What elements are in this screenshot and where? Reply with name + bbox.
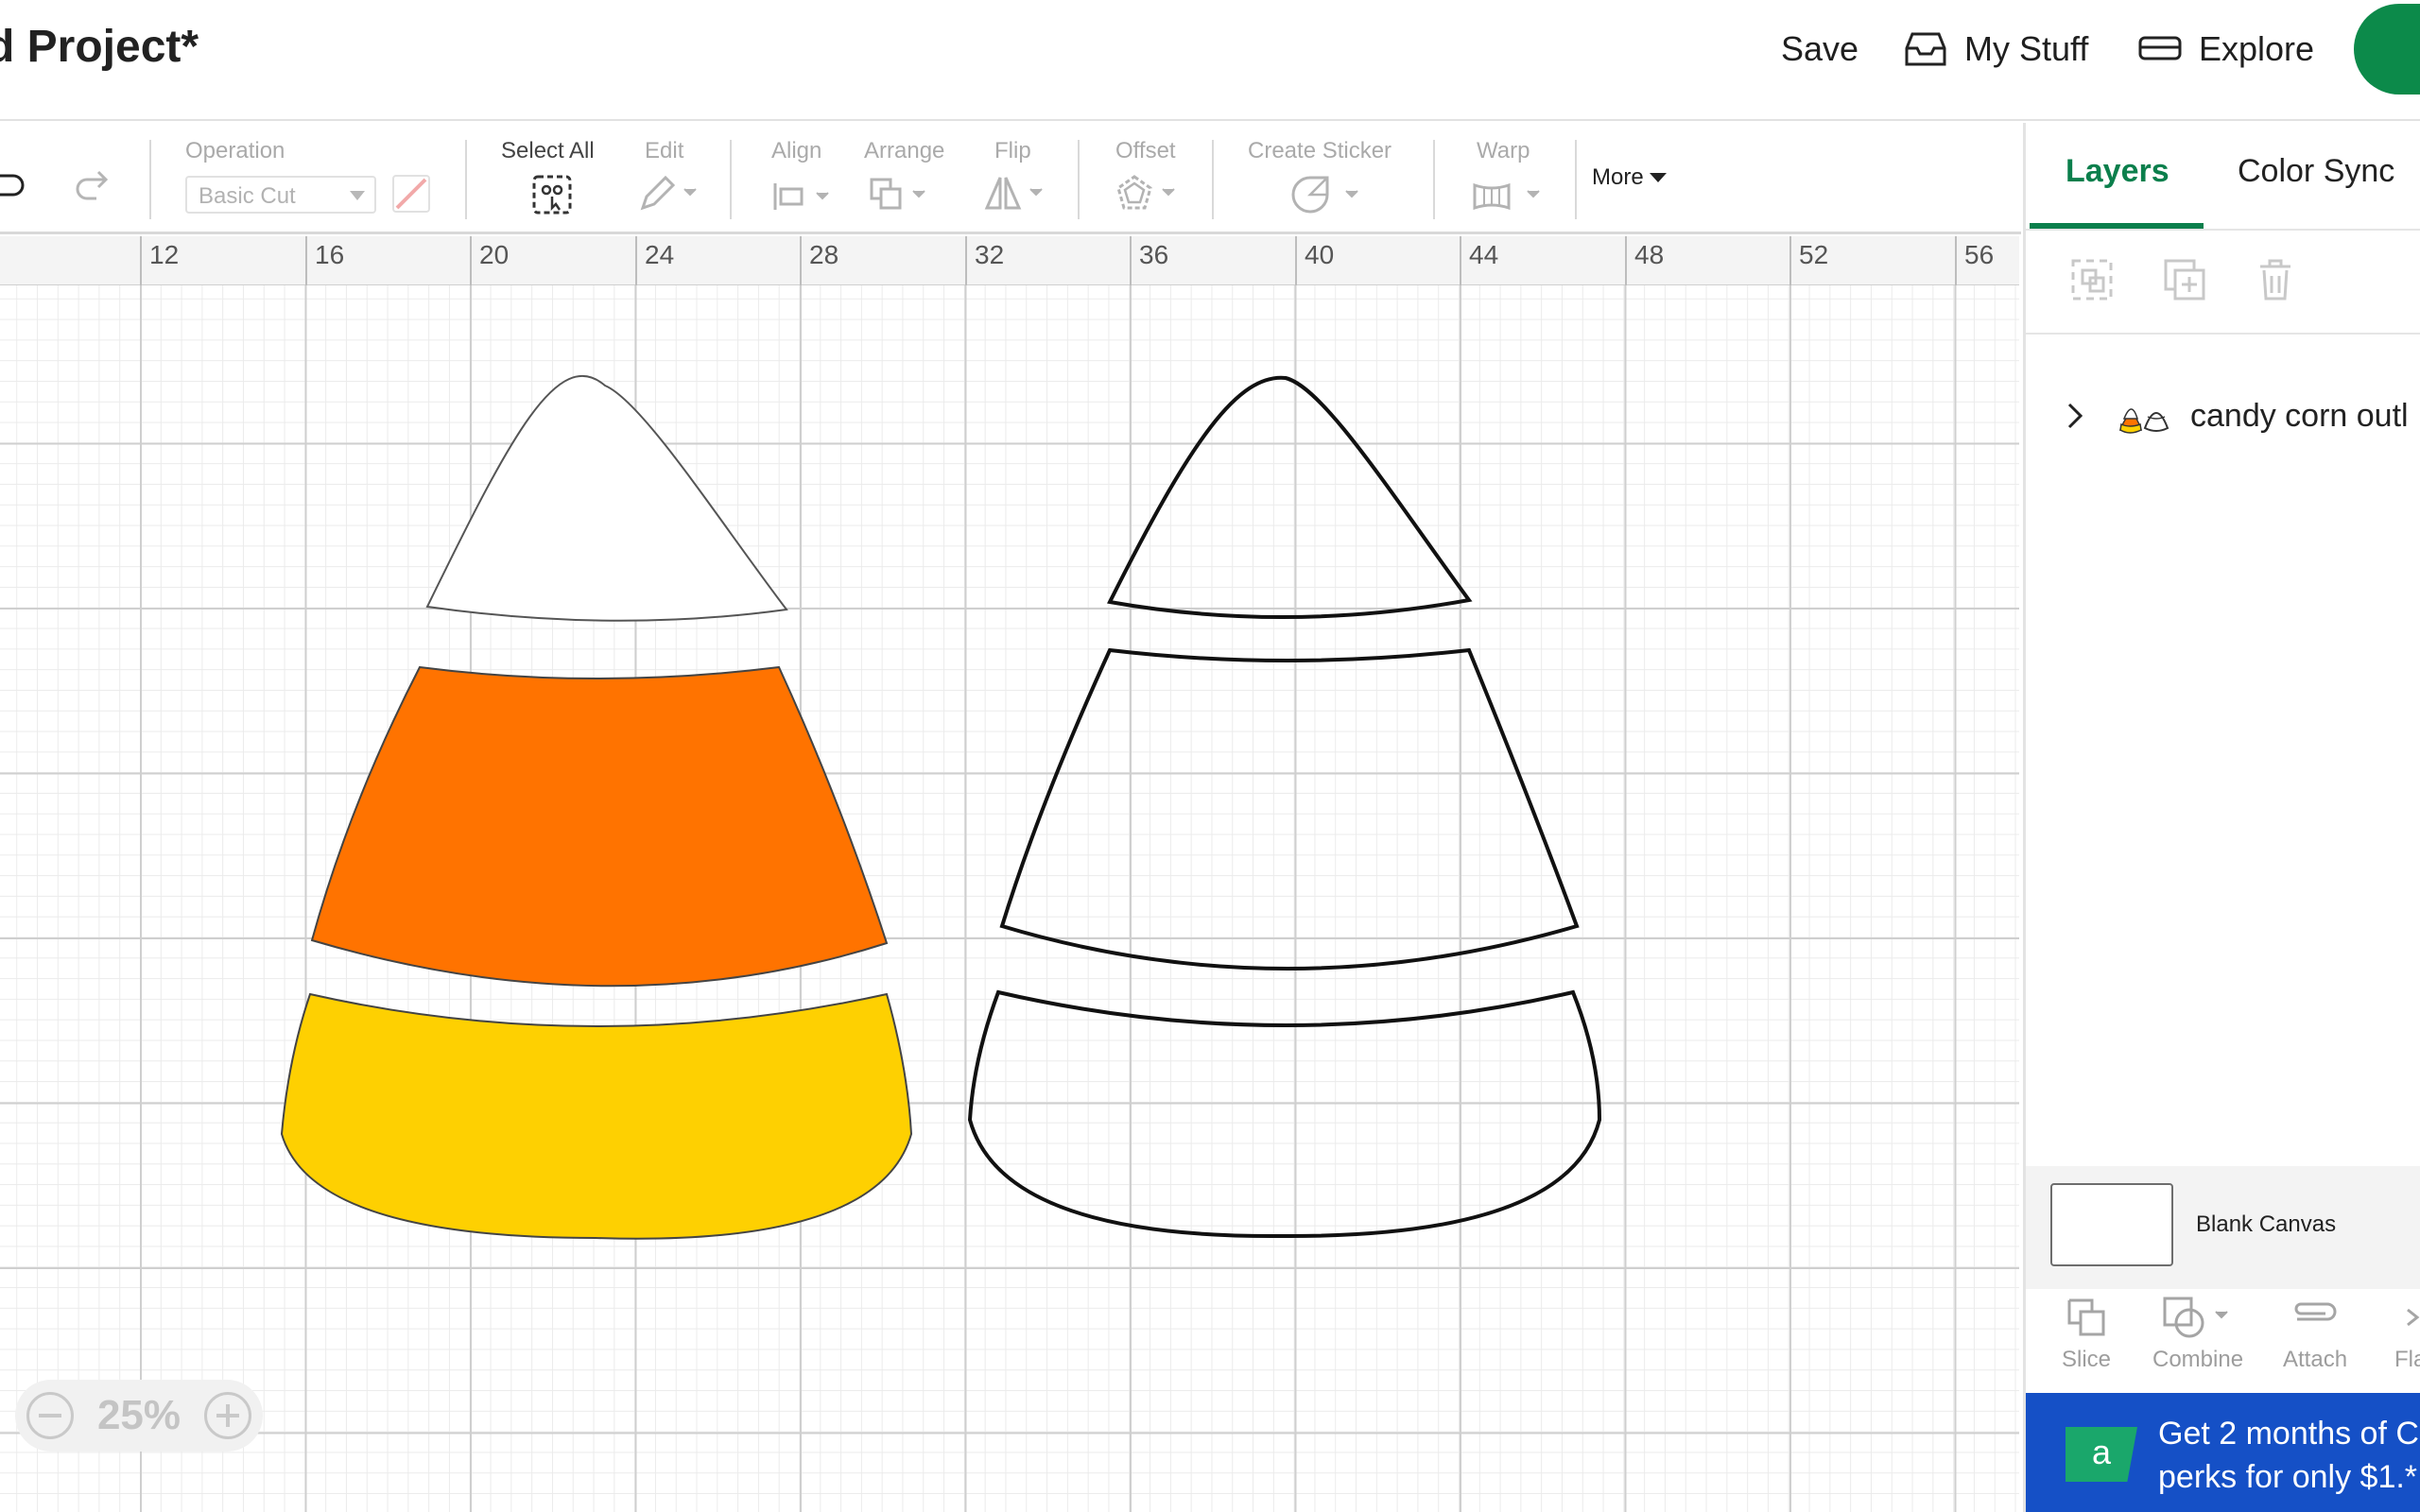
trash-icon[interactable] xyxy=(2253,257,2298,302)
zoom-control: 25% xyxy=(15,1380,263,1452)
outline-middle[interactable] xyxy=(999,647,1580,971)
toolbar-divider xyxy=(1433,140,1435,219)
chevron-right-icon[interactable] xyxy=(2064,401,2086,431)
outline-tip[interactable] xyxy=(1107,375,1473,619)
layer-group-row[interactable]: candy corn outl xyxy=(2064,387,2409,444)
combine-icon xyxy=(2163,1297,2228,1338)
arrange-label: Arrange xyxy=(864,138,945,163)
flatten-button[interactable]: Fla xyxy=(2394,1295,2420,1373)
toolbar-divider xyxy=(465,140,467,219)
flip-icon[interactable] xyxy=(983,174,1051,214)
explore-label: Explore xyxy=(2199,29,2315,68)
more-button[interactable]: More xyxy=(1592,164,1667,191)
zoom-in-button[interactable] xyxy=(203,1392,251,1439)
combine-label: Combine xyxy=(2152,1347,2244,1372)
duplicate-icon[interactable] xyxy=(2162,257,2207,302)
toolbar-divider xyxy=(149,140,151,219)
shape-operations-bar: Slice Combine Attach Fla xyxy=(2026,1291,2420,1395)
group-icon[interactable] xyxy=(2069,257,2115,302)
my-stuff-button[interactable]: My Stuff xyxy=(1904,26,2088,72)
save-label: Save xyxy=(1781,29,1859,68)
candy-corn-middle-orange[interactable] xyxy=(310,665,889,988)
promo-line-1: Get 2 months of C xyxy=(2158,1416,2419,1452)
select-all-icon[interactable] xyxy=(531,174,573,215)
sticker-icon[interactable] xyxy=(1289,174,1365,215)
edit-toolbar: Operation Basic Cut Select All Edit Alig… xyxy=(0,123,2021,234)
design-canvas[interactable]: 12 16 20 24 28 32 36 40 44 48 52 56 xyxy=(0,236,2019,1512)
candy-corn-base-yellow[interactable] xyxy=(280,992,913,1240)
tab-layers[interactable]: Layers xyxy=(2066,153,2169,190)
flatten-icon xyxy=(2406,1308,2420,1327)
layer-actions xyxy=(2026,231,2420,335)
make-it-button[interactable] xyxy=(2354,4,2420,94)
warp-label: Warp xyxy=(1477,138,1530,163)
candy-corn-tip-white[interactable] xyxy=(425,374,788,622)
zoom-level: 25% xyxy=(96,1392,182,1438)
operation-value: Basic Cut xyxy=(199,183,296,209)
select-all-label: Select All xyxy=(501,138,595,163)
promo-banner[interactable]: a Get 2 months of C perks for only $1.* xyxy=(2026,1393,2420,1512)
undo-icon[interactable] xyxy=(0,166,32,204)
combine-button[interactable]: Combine xyxy=(2152,1295,2243,1373)
slice-label: Slice xyxy=(2062,1347,2112,1372)
toolbar-divider xyxy=(730,140,732,219)
top-header: d Project* Save My Stuff Explore xyxy=(0,0,2420,121)
align-label: Align xyxy=(771,138,822,163)
create-sticker-label: Create Sticker xyxy=(1248,138,1392,163)
slice-button[interactable]: Slice xyxy=(2062,1295,2111,1373)
blank-canvas-row[interactable]: Blank Canvas xyxy=(2026,1166,2420,1289)
explore-button[interactable]: Explore xyxy=(2138,26,2314,72)
toolbar-divider xyxy=(1575,140,1577,219)
flatten-label: Fla xyxy=(2394,1347,2420,1372)
layers-panel: Layers Color Sync candy corn outl Blank … xyxy=(2023,123,2420,1512)
toolbar-divider xyxy=(1078,140,1080,219)
flip-label: Flip xyxy=(994,138,1031,163)
align-left-icon[interactable] xyxy=(771,180,839,214)
offset-icon[interactable] xyxy=(1115,174,1184,214)
inbox-icon xyxy=(1905,32,1946,66)
edit-label: Edit xyxy=(645,138,684,163)
offset-label: Offset xyxy=(1115,138,1176,163)
blank-canvas-thumbnail xyxy=(2050,1183,2173,1266)
arrange-icon[interactable] xyxy=(868,176,936,214)
canvas-shapes xyxy=(280,374,1602,1240)
zoom-out-button[interactable] xyxy=(26,1392,74,1439)
operation-label: Operation xyxy=(185,138,285,163)
tab-color-sync[interactable]: Color Sync xyxy=(2238,153,2394,190)
pencil-icon[interactable] xyxy=(637,174,703,214)
more-label: More xyxy=(1592,164,1644,190)
project-title[interactable]: d Project* xyxy=(0,21,199,73)
my-stuff-label: My Stuff xyxy=(1964,29,2089,68)
save-button[interactable]: Save xyxy=(1781,26,1858,72)
layer-name: candy corn outl xyxy=(2190,397,2409,434)
slice-icon xyxy=(2067,1298,2105,1336)
promo-line-2: perks for only $1.* xyxy=(2158,1459,2418,1495)
outline-base[interactable] xyxy=(967,989,1602,1239)
operation-select[interactable]: Basic Cut xyxy=(185,176,376,214)
attach-button[interactable]: Attach xyxy=(2283,1295,2347,1373)
caret-down-icon xyxy=(1649,173,1667,182)
blank-canvas-label: Blank Canvas xyxy=(2196,1211,2337,1237)
no-color-swatch-icon[interactable] xyxy=(391,174,431,214)
candy-corn-thumbnail-icon xyxy=(2118,408,2169,434)
access-logo: a xyxy=(2066,1427,2137,1482)
chevron-down-icon xyxy=(350,191,365,200)
warp-icon[interactable] xyxy=(1471,180,1547,214)
explore-machine-icon xyxy=(2138,36,2182,60)
toolbar-divider xyxy=(1212,140,1214,219)
paperclip-icon xyxy=(2294,1302,2337,1321)
promo-text: Get 2 months of C perks for only $1.* xyxy=(2158,1412,2419,1499)
redo-icon[interactable] xyxy=(66,166,110,204)
attach-label: Attach xyxy=(2283,1347,2348,1372)
